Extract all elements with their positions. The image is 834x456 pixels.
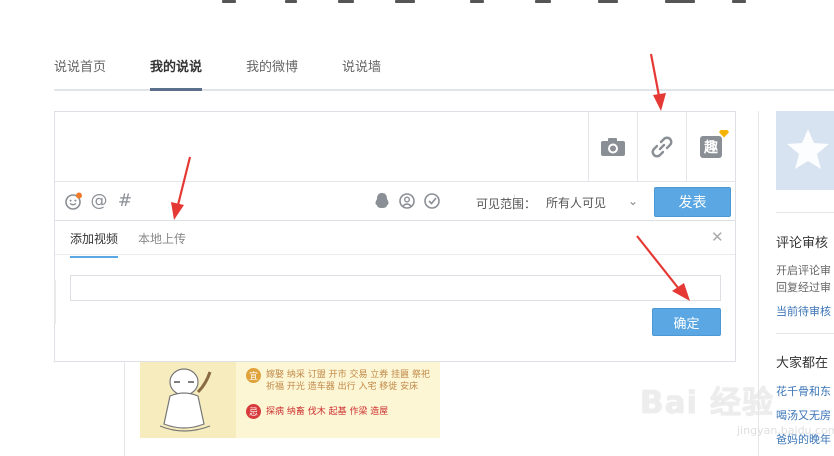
watermark-main-text: Bai 经验 <box>640 385 774 421</box>
arrow-to-add-video-tab <box>176 156 192 206</box>
arrow-to-link-icon-head <box>653 93 666 111</box>
arrow-to-link-icon <box>649 53 661 97</box>
arrow-to-confirm <box>636 235 680 290</box>
watermark-url-text: jingyan.baidu.com <box>737 424 834 437</box>
arrow-to-add-video-tab-head <box>171 202 184 220</box>
baidu-jingyan-watermark: Bai 经验 jingyan.baidu.com <box>640 365 834 451</box>
arrow-to-confirm-head <box>672 283 690 301</box>
